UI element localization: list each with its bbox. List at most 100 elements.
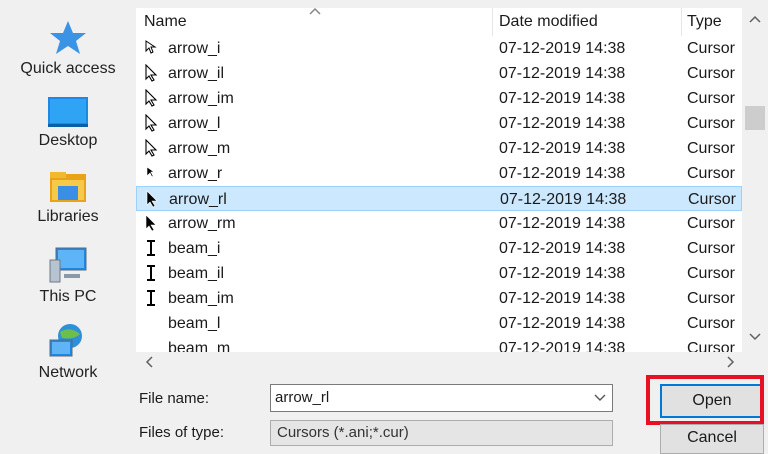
type-cell: Cursor xyxy=(687,115,736,132)
table-row[interactable]: beam_l 07-12-2019 14:38 Cursor xyxy=(136,311,742,336)
cancel-button[interactable]: Cancel xyxy=(660,424,764,454)
file-name-cell: arrow_r xyxy=(168,165,223,182)
date-modified-cell: 07-12-2019 14:38 xyxy=(499,340,626,352)
file-name-cell: beam_im xyxy=(168,290,234,307)
nav-item-label: Quick access xyxy=(20,60,116,77)
file-name-cell: beam_i xyxy=(168,240,221,257)
file-name-label: File name: xyxy=(139,390,210,407)
table-row-selected[interactable]: arrow_rl 07-12-2019 14:38 Cursor xyxy=(136,186,742,211)
nav-item-network[interactable]: Network xyxy=(0,322,136,382)
arrow-small-cursor-icon xyxy=(145,40,157,54)
nav-item-label: This PC xyxy=(39,288,97,305)
table-row[interactable]: arrow_m 07-12-2019 14:38 Cursor xyxy=(136,136,742,161)
type-cell: Cursor xyxy=(687,215,736,232)
date-modified-cell: 07-12-2019 14:38 xyxy=(499,240,626,257)
beam-cursor-icon xyxy=(147,240,155,256)
table-row[interactable]: arrow_l 07-12-2019 14:38 Cursor xyxy=(136,111,742,136)
nav-item-label: Network xyxy=(38,364,98,381)
file-name-cell: beam_m xyxy=(168,340,231,352)
table-row[interactable]: beam_m 07-12-2019 14:38 Cursor xyxy=(136,336,742,352)
file-name-cell: arrow_l xyxy=(168,115,221,132)
column-header-name[interactable]: Name xyxy=(144,8,187,36)
file-name-input[interactable]: arrow_rl xyxy=(270,384,613,412)
file-type-label: Files of type: xyxy=(139,424,225,441)
scrollbar-corner xyxy=(742,352,768,372)
sort-ascending-icon xyxy=(309,8,321,15)
table-row[interactable]: arrow_i 07-12-2019 14:38 Cursor xyxy=(136,36,742,61)
date-modified-cell: 07-12-2019 14:38 xyxy=(499,215,626,232)
file-name-cell: arrow_i xyxy=(168,40,221,57)
computer-icon xyxy=(49,247,87,283)
file-name-cell: arrow_il xyxy=(168,65,225,82)
libraries-icon xyxy=(50,172,86,202)
vertical-scrollbar[interactable] xyxy=(742,8,768,352)
file-list[interactable]: Name Date modified Type arrow_i 07-12-201… xyxy=(136,8,742,352)
scroll-left-arrow-icon[interactable] xyxy=(144,356,154,368)
arrow-black-small-cursor-icon xyxy=(146,166,155,178)
beam-cursor-icon xyxy=(147,265,155,281)
type-cell: Cursor xyxy=(687,40,736,57)
file-name-cell: arrow_rl xyxy=(169,191,227,208)
navigation-pane: Quick access Desktop Libraries This PC N… xyxy=(0,0,136,432)
table-row[interactable]: arrow_il 07-12-2019 14:38 Cursor xyxy=(136,61,742,86)
type-cell: Cursor xyxy=(688,191,737,208)
file-name-cell: beam_il xyxy=(168,265,225,282)
nav-item-libraries[interactable]: Libraries xyxy=(0,170,136,226)
nav-item-quick-access[interactable]: Quick access xyxy=(0,20,136,78)
type-cell: Cursor xyxy=(687,240,736,257)
file-name-cell: beam_l xyxy=(168,315,221,332)
table-row[interactable]: arrow_r 07-12-2019 14:38 Cursor xyxy=(136,161,742,186)
desktop-icon xyxy=(48,97,88,127)
chevron-down-icon[interactable] xyxy=(594,394,606,402)
table-row[interactable]: arrow_rm 07-12-2019 14:38 Cursor xyxy=(136,211,742,236)
type-cell: Cursor xyxy=(687,315,736,332)
date-modified-cell: 07-12-2019 14:38 xyxy=(499,165,626,182)
scrollbar-thumb[interactable] xyxy=(745,106,765,130)
date-modified-cell: 07-12-2019 14:38 xyxy=(499,140,626,157)
column-header-date-modified[interactable]: Date modified xyxy=(499,8,598,36)
arrow-outline-cursor-icon xyxy=(145,64,158,82)
file-name-value[interactable]: arrow_rl xyxy=(275,385,329,411)
nav-item-desktop[interactable]: Desktop xyxy=(0,96,136,150)
horizontal-scrollbar[interactable] xyxy=(136,352,742,372)
date-modified-cell: 07-12-2019 14:38 xyxy=(499,290,626,307)
date-modified-cell: 07-12-2019 14:38 xyxy=(499,115,626,132)
column-header-type[interactable]: Type xyxy=(687,8,722,36)
arrow-outline-cursor-icon xyxy=(145,114,158,132)
date-modified-cell: 07-12-2019 14:38 xyxy=(499,315,626,332)
type-cell: Cursor xyxy=(687,140,736,157)
column-divider[interactable] xyxy=(681,8,682,36)
nav-item-label: Desktop xyxy=(38,132,98,149)
type-cell: Cursor xyxy=(687,340,736,352)
date-modified-cell: 07-12-2019 14:38 xyxy=(499,40,626,57)
file-type-select[interactable]: Cursors (*.ani;*.cur) xyxy=(270,420,613,446)
type-cell: Cursor xyxy=(687,165,736,182)
file-name-cell: arrow_m xyxy=(168,140,231,157)
nav-item-this-pc[interactable]: This PC xyxy=(0,246,136,306)
arrow-outline-cursor-icon xyxy=(145,139,158,157)
type-cell: Cursor xyxy=(687,65,736,82)
type-cell: Cursor xyxy=(687,290,736,307)
type-cell: Cursor xyxy=(687,90,736,107)
date-modified-cell: 07-12-2019 14:38 xyxy=(499,90,626,107)
file-name-cell: arrow_rm xyxy=(168,215,236,232)
table-row[interactable]: beam_il 07-12-2019 14:38 Cursor xyxy=(136,261,742,286)
arrow-black-cursor-icon xyxy=(146,190,158,208)
scroll-right-arrow-icon[interactable] xyxy=(726,356,736,368)
scroll-down-arrow-icon[interactable] xyxy=(748,332,762,342)
star-icon xyxy=(50,21,86,54)
arrow-outline-cursor-icon xyxy=(145,89,158,107)
scroll-up-arrow-icon[interactable] xyxy=(748,14,762,24)
nav-item-label: Libraries xyxy=(37,208,99,225)
highlight-box xyxy=(646,375,764,425)
table-row[interactable]: beam_im 07-12-2019 14:38 Cursor xyxy=(136,286,742,311)
beam-cursor-icon xyxy=(147,290,155,306)
type-cell: Cursor xyxy=(687,265,736,282)
column-divider[interactable] xyxy=(492,8,493,36)
file-name-cell: arrow_im xyxy=(168,90,234,107)
date-modified-cell: 07-12-2019 14:38 xyxy=(499,65,626,82)
column-header-row: Name Date modified Type xyxy=(136,8,742,36)
table-row[interactable]: arrow_im 07-12-2019 14:38 Cursor xyxy=(136,86,742,111)
table-row[interactable]: beam_i 07-12-2019 14:38 Cursor xyxy=(136,236,742,261)
arrow-black-cursor-icon xyxy=(145,214,157,232)
